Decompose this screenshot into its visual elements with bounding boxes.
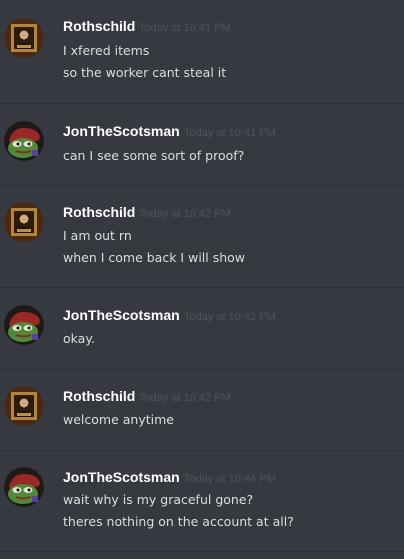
message-divider	[0, 103, 404, 104]
message-divider	[0, 287, 404, 288]
avatar[interactable]	[4, 202, 44, 242]
message-text: okay.	[63, 331, 95, 346]
avatar[interactable]	[4, 467, 44, 507]
author-name[interactable]: JonTheScotsman	[63, 123, 180, 139]
framed-portrait-icon	[4, 202, 44, 242]
message-timestamp: Today at 10:44 PM	[184, 473, 276, 485]
message-timestamp: Today at 10:42 PM	[139, 392, 231, 404]
pepe-frog-icon	[4, 121, 44, 161]
message-text: welcome anytime	[63, 412, 174, 427]
framed-portrait-icon	[4, 386, 44, 426]
message-text: so the worker cant steal it	[63, 65, 227, 80]
message-text: I xfered items	[63, 43, 150, 58]
message-timestamp: Today at 10:42 PM	[184, 311, 276, 323]
pepe-frog-icon	[4, 305, 44, 345]
message-timestamp: Today at 10:42 PM	[139, 208, 231, 220]
message-timestamp: Today at 10:41 PM	[139, 22, 231, 34]
message-divider	[0, 369, 404, 370]
author-name[interactable]: Rothschild	[63, 204, 135, 220]
message-divider	[0, 450, 404, 451]
avatar[interactable]	[4, 386, 44, 426]
chat-messages: Rothschild Today at 10:41 PM I xfered it…	[0, 0, 404, 559]
message-text: wait why is my graceful gone?	[63, 492, 254, 507]
author-name[interactable]: Rothschild	[63, 18, 135, 34]
pepe-frog-icon	[4, 467, 44, 507]
message-timestamp: Today at 10:41 PM	[184, 127, 276, 139]
framed-portrait-icon	[4, 18, 44, 58]
author-name[interactable]: JonTheScotsman	[63, 469, 180, 485]
message-text: when I come back I will show	[63, 250, 246, 265]
avatar[interactable]	[4, 18, 44, 58]
message-text: I am out rn	[63, 228, 132, 243]
avatar[interactable]	[4, 305, 44, 345]
message-divider	[0, 185, 404, 186]
message-text: can I see some sort of proof?	[63, 148, 245, 163]
message-text: theres nothing on the account at all?	[63, 514, 294, 529]
avatar[interactable]	[4, 121, 44, 161]
author-name[interactable]: JonTheScotsman	[63, 307, 180, 323]
message-divider	[0, 551, 404, 552]
author-name[interactable]: Rothschild	[63, 388, 135, 404]
